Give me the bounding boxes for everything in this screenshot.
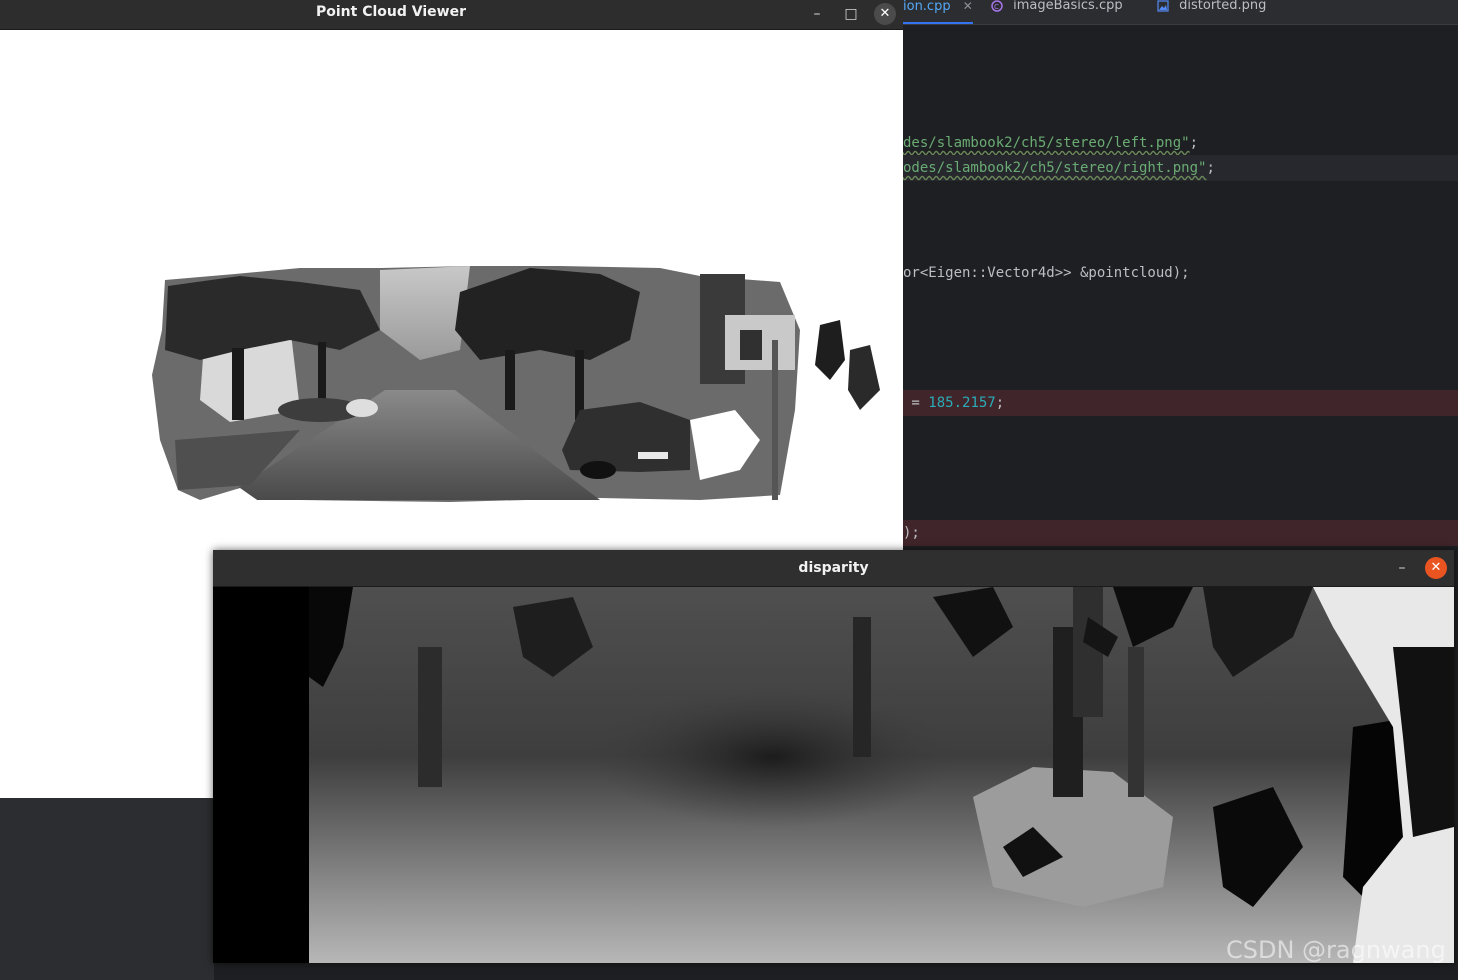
close-button[interactable]: ✕ bbox=[874, 3, 896, 25]
code-line-paren[interactable]: ); bbox=[903, 520, 1458, 546]
code-line-vector[interactable]: or<Eigen::Vector4d>> &pointcloud); bbox=[903, 260, 1458, 286]
cpp-file-icon: C bbox=[991, 0, 1003, 12]
code-area[interactable]: des/slambook2/ch5/stereo/left.png"; odes… bbox=[903, 25, 1458, 550]
tab-label: imageBasics.cpp bbox=[1013, 0, 1123, 13]
window-title: Point Cloud Viewer bbox=[316, 4, 466, 20]
tab-distorted-png[interactable]: distorted.png bbox=[1157, 0, 1266, 24]
code-line-right-path[interactable]: odes/slambook2/ch5/stereo/right.png"; bbox=[903, 155, 1458, 181]
close-icon[interactable]: ✕ bbox=[963, 0, 973, 13]
minimize-button[interactable]: – bbox=[1391, 557, 1413, 579]
disparity-map bbox=[213, 587, 1454, 963]
editor-tab-bar: ion.cpp ✕ C imageBasics.cpp distorted.pn… bbox=[903, 0, 1458, 25]
disparity-image[interactable] bbox=[213, 587, 1454, 963]
window-titlebar[interactable]: Point Cloud Viewer – □ ✕ bbox=[0, 0, 903, 30]
tab-imagebasics-cpp[interactable]: C imageBasics.cpp bbox=[991, 0, 1123, 24]
svg-text:C: C bbox=[994, 3, 999, 11]
tab-label: ion.cpp bbox=[903, 0, 951, 14]
disparity-window[interactable]: disparity – ✕ bbox=[213, 550, 1454, 963]
tab-label: distorted.png bbox=[1179, 0, 1267, 13]
code-line-left-path[interactable]: des/slambook2/ch5/stereo/left.png"; bbox=[903, 130, 1458, 156]
minimize-button[interactable]: – bbox=[806, 3, 828, 25]
image-file-icon bbox=[1157, 0, 1169, 12]
code-line-assign[interactable]: = 185.2157; bbox=[903, 390, 1458, 416]
tab-ion-cpp[interactable]: ion.cpp ✕ bbox=[903, 0, 973, 24]
watermark: CSDN @ragnwang bbox=[1226, 936, 1446, 964]
editor-panel-strip bbox=[0, 798, 214, 980]
close-button[interactable]: ✕ bbox=[1425, 557, 1447, 579]
maximize-button[interactable]: □ bbox=[840, 3, 862, 25]
window-title: disparity bbox=[798, 560, 869, 576]
window-titlebar[interactable]: disparity – ✕ bbox=[213, 550, 1454, 587]
